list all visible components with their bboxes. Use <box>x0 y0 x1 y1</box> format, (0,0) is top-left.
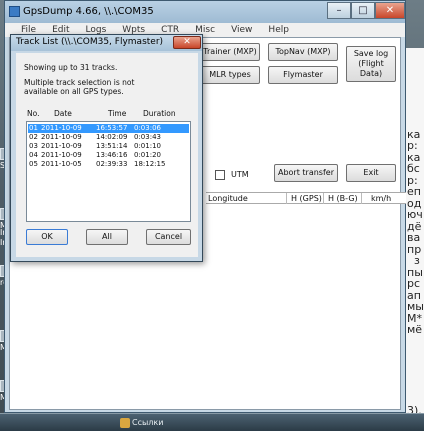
taskbar-item-label: Ссылки <box>132 418 164 427</box>
track-row[interactable]: 03 2011-10-09 13:51:14 0:01:10 <box>28 142 189 151</box>
document-line: еп <box>407 185 421 198</box>
abort-transfer-button[interactable]: Abort transfer <box>274 164 338 182</box>
track-time: 02:39:33 <box>96 160 128 168</box>
dialog-title: Track List (\\.\COM35, Flymaster) <box>16 37 164 47</box>
track-no: 02 <box>29 133 38 141</box>
utm-checkbox[interactable] <box>215 170 225 180</box>
dialog-body: Showing up to 31 tracks. Multiple track … <box>16 53 198 257</box>
column-kmh[interactable]: km/h <box>371 193 391 204</box>
taskbar-item[interactable]: Ссылки <box>118 416 178 430</box>
info-gps-types: available on all GPS types. <box>24 87 124 96</box>
all-button[interactable]: All <box>86 229 128 245</box>
track-date: 2011-10-09 <box>41 124 82 132</box>
close-button[interactable]: ✕ <box>375 2 405 19</box>
utm-label: UTM <box>231 170 249 179</box>
menu-help[interactable]: Help <box>268 25 289 35</box>
save-log-button[interactable]: Save log (Flight Data) <box>346 46 396 82</box>
header-duration: Duration <box>143 109 176 118</box>
dialog-close-button[interactable]: ✕ <box>173 36 201 49</box>
menu-view[interactable]: View <box>231 25 252 35</box>
document-line: ва <box>407 231 421 244</box>
header-time: Time <box>108 109 127 118</box>
flymaster-button[interactable]: Flymaster <box>268 66 338 84</box>
track-duration: 0:01:10 <box>134 142 161 150</box>
track-date: 2011-10-05 <box>41 160 82 168</box>
column-separator <box>286 193 287 204</box>
document-line: з <box>407 254 420 267</box>
track-no: 03 <box>29 142 38 150</box>
track-date: 2011-10-09 <box>41 142 82 150</box>
main-window-title: GpsDump 4.66, \\.\COM35 <box>23 6 154 17</box>
track-list[interactable]: 01 2011-10-09 16:53:57 0:03:06 02 2011-10-09 1… <box>26 121 191 222</box>
track-no: 01 <box>29 124 38 132</box>
trainer-mxp-button[interactable]: Trainer (MXP) <box>200 43 260 61</box>
column-separator <box>361 193 362 204</box>
document-line: бс <box>407 162 420 175</box>
track-time: 13:51:14 <box>96 142 128 150</box>
background-document: ка р: ка бс р: еп од юч дё ва пр з пы рс ап мы М* мё 3). <box>405 48 424 418</box>
dialog-title-bar[interactable]: Track List (\\.\COM35, Flymaster) ✕ <box>11 35 202 51</box>
document-line: юч <box>407 208 423 221</box>
track-columns-header: Longitude H (GPS) H (B-G) km/h <box>206 192 406 204</box>
main-title-bar[interactable]: GpsDump 4.66, \\.\COM35 – □ ✕ <box>5 1 405 23</box>
document-line: мы <box>407 300 424 313</box>
track-list-dialog: Track List (\\.\COM35, Flymaster) ✕ Show… <box>10 34 203 262</box>
app-icon <box>9 6 20 17</box>
track-duration: 0:03:43 <box>134 133 161 141</box>
track-row[interactable]: 05 2011-10-05 02:39:33 18:12:15 <box>28 160 189 169</box>
taskbar: Ссылки <box>0 413 424 431</box>
header-date: Date <box>54 109 72 118</box>
ok-button[interactable]: OK <box>26 229 68 245</box>
track-date: 2011-10-09 <box>41 133 82 141</box>
track-no: 05 <box>29 160 38 168</box>
folder-icon <box>120 418 130 428</box>
info-max-tracks: Showing up to 31 tracks. <box>24 63 118 72</box>
document-line: р: <box>407 139 418 152</box>
column-separator <box>323 193 324 204</box>
track-row[interactable]: 02 2011-10-09 14:02:09 0:03:43 <box>28 133 189 142</box>
document-line: мё <box>407 323 423 336</box>
track-row[interactable]: 04 2011-10-09 13:46:16 0:01:20 <box>28 151 189 160</box>
track-time: 14:02:09 <box>96 133 128 141</box>
minimize-button[interactable]: – <box>327 2 351 19</box>
document-line: рс <box>407 277 421 290</box>
info-multiselect: Multiple track selection is not <box>24 78 135 87</box>
track-time: 16:53:57 <box>96 124 128 132</box>
header-no: No. <box>27 109 40 118</box>
mlr-types-button[interactable]: MLR types <box>200 66 260 84</box>
cancel-button[interactable]: Cancel <box>146 229 191 245</box>
track-list-header: No. Date Time Duration <box>26 109 191 119</box>
track-time: 13:46:16 <box>96 151 128 159</box>
track-no: 04 <box>29 151 38 159</box>
track-row[interactable]: 01 2011-10-09 16:53:57 0:03:06 <box>28 124 189 133</box>
track-duration: 0:03:06 <box>134 124 161 132</box>
column-longitude[interactable]: Longitude <box>208 193 248 204</box>
maximize-button[interactable]: □ <box>351 2 375 19</box>
exit-button[interactable]: Exit <box>346 164 396 182</box>
track-date: 2011-10-09 <box>41 151 82 159</box>
topnav-mxp-button[interactable]: TopNav (MXP) <box>268 43 338 61</box>
column-h-bg[interactable]: H (B-G) <box>328 193 358 204</box>
track-duration: 18:12:15 <box>134 160 166 168</box>
track-duration: 0:01:20 <box>134 151 161 159</box>
column-h-gps[interactable]: H (GPS) <box>291 193 322 204</box>
